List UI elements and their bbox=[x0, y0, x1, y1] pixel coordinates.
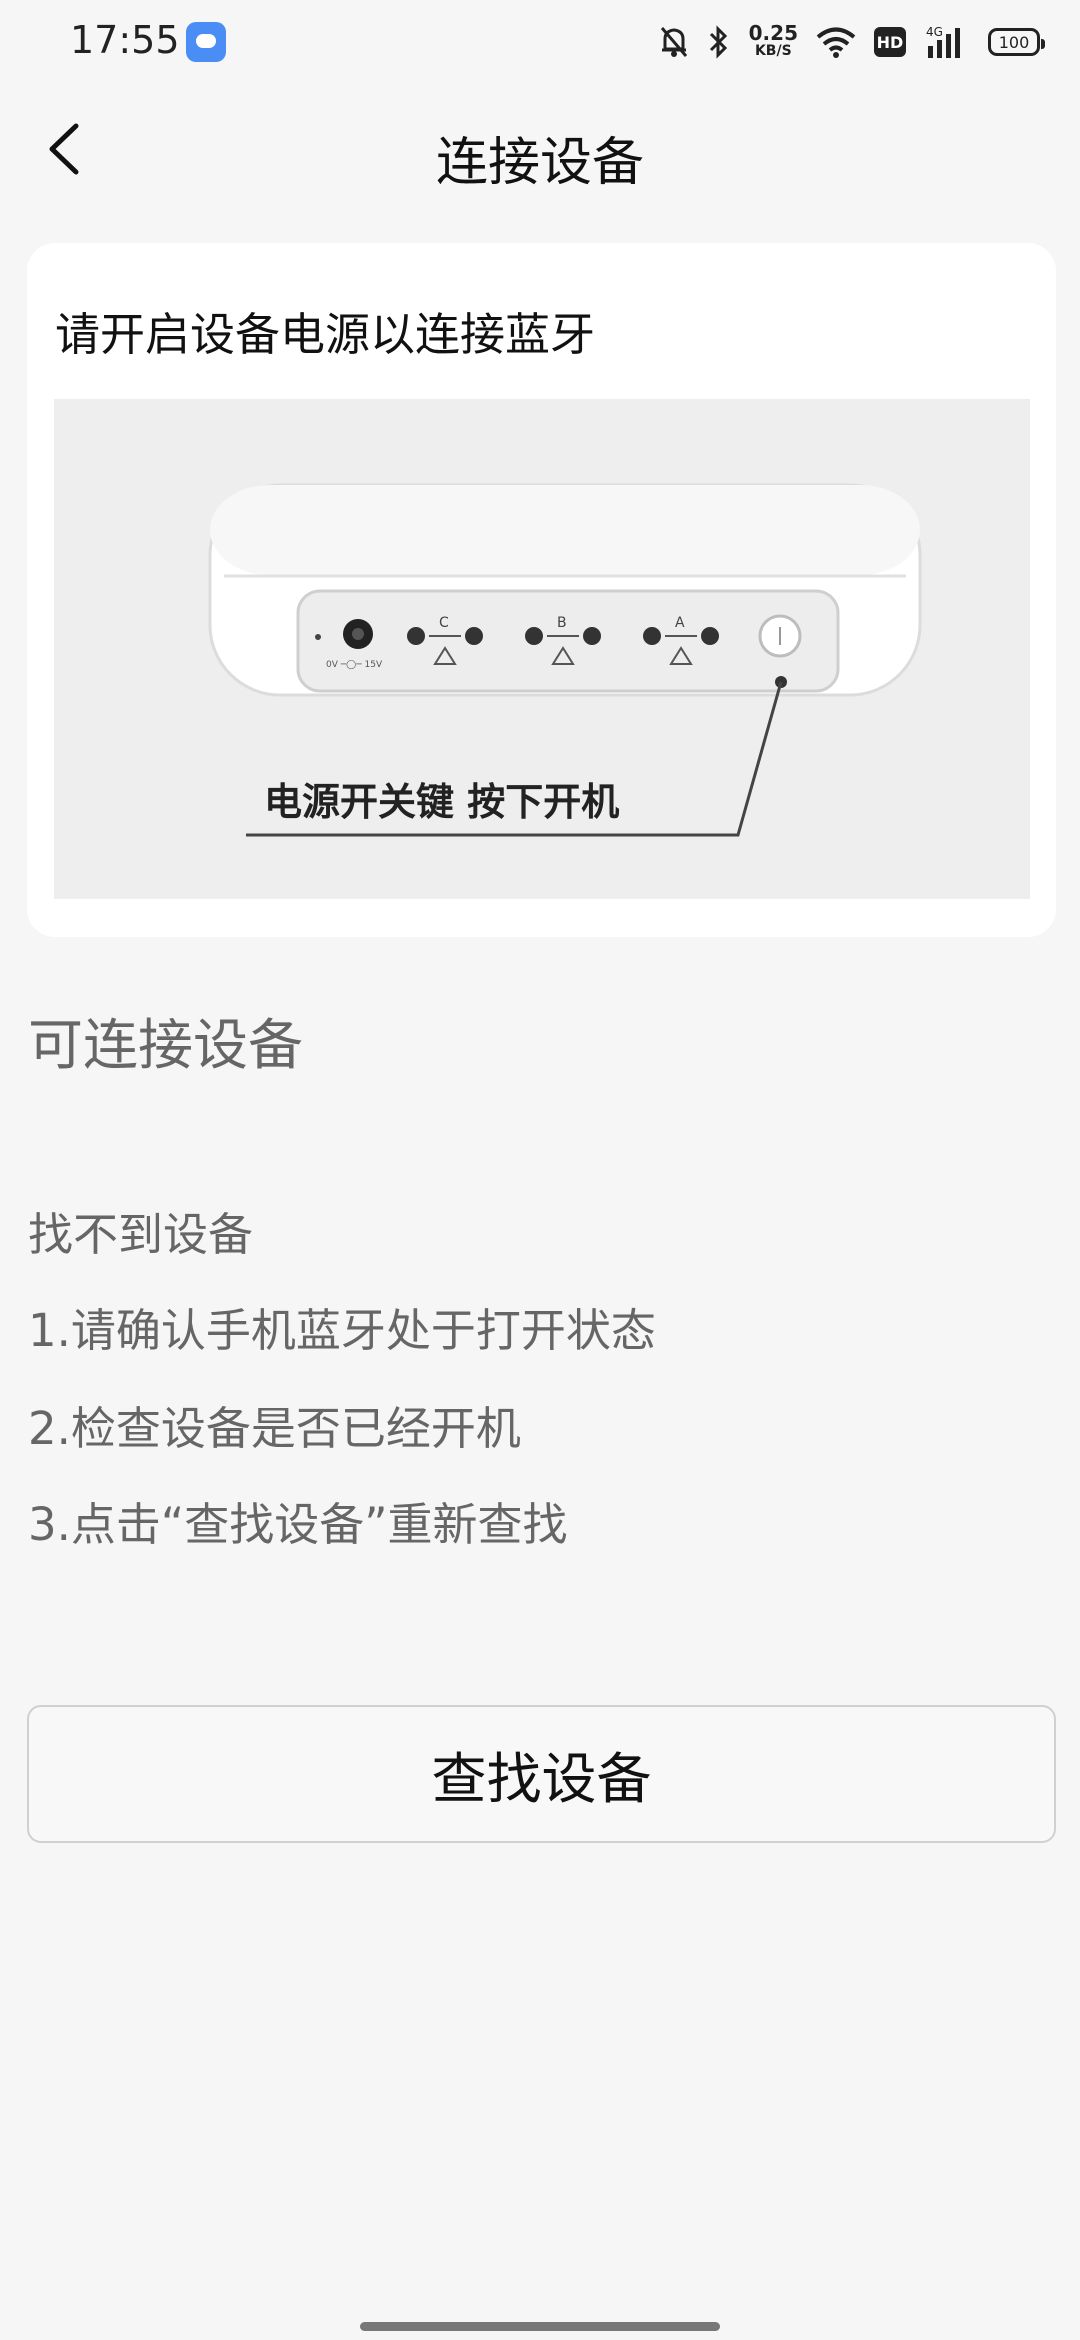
mute-bell-icon bbox=[660, 27, 687, 57]
cellular-signal-icon: 4G bbox=[926, 25, 960, 58]
help-step-2: 2.检查设备是否已经开机 bbox=[28, 1402, 521, 1455]
top-nav: 连接设备 bbox=[0, 84, 1080, 214]
bluetooth-icon bbox=[709, 25, 727, 59]
port-a-label: A bbox=[675, 615, 685, 631]
port-c-label: C bbox=[439, 615, 449, 631]
status-icons: 0.25 KB/S HD 4G 100 bbox=[659, 18, 1045, 66]
home-indicator[interactable] bbox=[360, 2322, 720, 2331]
help-step-3: 3.点击“查找设备”重新查找 bbox=[28, 1498, 568, 1551]
power-instruction-card: 请开启设备电源以连接蓝牙 0V ─◯─ 15V C B A 电源开关键 按下开机 bbox=[27, 243, 1056, 937]
svg-text:4G: 4G bbox=[926, 25, 943, 39]
find-device-button[interactable]: 查找设备 bbox=[27, 1705, 1056, 1843]
help-step-1: 1.请确认手机蓝牙处于打开状态 bbox=[28, 1304, 656, 1357]
power-input-label: 0V ─◯─ 15V bbox=[326, 660, 383, 670]
help-heading: 找不到设备 bbox=[28, 1208, 254, 1261]
hd-badge: HD bbox=[874, 27, 906, 57]
device-image: 0V ─◯─ 15V C B A 电源开关键 按下开机 bbox=[54, 399, 1030, 899]
app-notification-icon bbox=[186, 22, 226, 62]
power-button-callout: 电源开关键 按下开机 bbox=[264, 780, 620, 824]
battery-icon: 100 bbox=[988, 28, 1045, 56]
card-title: 请开启设备电源以连接蓝牙 bbox=[55, 308, 596, 361]
status-bar: 17:55 0.25 KB/S HD 4G 100 bbox=[0, 0, 1080, 84]
wifi-icon bbox=[816, 27, 856, 58]
available-devices-title: 可连接设备 bbox=[28, 1013, 304, 1077]
port-b-label: B bbox=[557, 615, 567, 631]
page-title: 连接设备 bbox=[435, 133, 644, 193]
status-time: 17:55 bbox=[70, 18, 180, 62]
network-speed: 0.25 KB/S bbox=[748, 21, 798, 59]
